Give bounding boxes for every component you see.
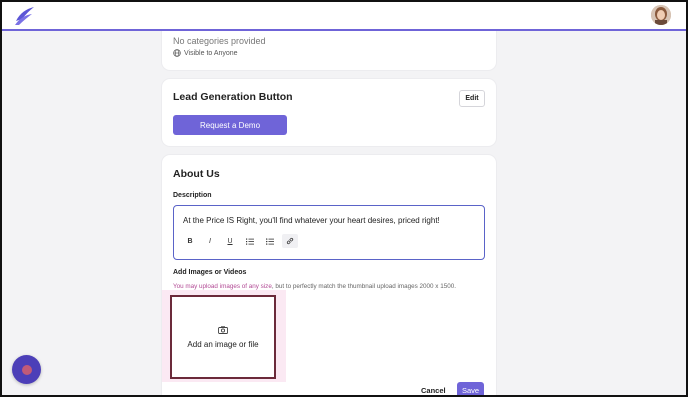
edit-button[interactable]: Edit [459, 90, 485, 107]
underline-icon: U [227, 237, 233, 245]
bullet-list-icon [266, 237, 274, 245]
chat-icon [21, 364, 32, 375]
no-categories-text: No categories provided [173, 36, 266, 46]
bold-icon: B [187, 237, 193, 245]
description-label: Description [173, 192, 212, 199]
camera-icon [218, 325, 228, 334]
editor-toolbar: B I U [182, 234, 298, 248]
upload-label: Add an image or file [187, 339, 259, 349]
link-icon [286, 237, 294, 245]
user-avatar[interactable] [651, 5, 671, 25]
italic-icon: I [209, 237, 211, 245]
visibility-text: Visible to Anyone [184, 49, 238, 57]
visibility-row: Visible to Anyone [173, 49, 238, 57]
underline-button[interactable]: U [222, 234, 238, 248]
save-button[interactable]: Save [457, 382, 484, 397]
globe-icon [173, 49, 181, 57]
lead-generation-title: Lead Generation Button [173, 91, 293, 103]
request-demo-button[interactable]: Request a Demo [173, 115, 287, 135]
bullet-list-button[interactable] [262, 234, 278, 248]
description-text[interactable]: At the Price IS Right, you'll find whate… [183, 216, 440, 225]
ordered-list-button[interactable] [242, 234, 258, 248]
upload-help-rest: , but to perfectly match the thumbnail u… [271, 283, 456, 290]
upload-help-text: You may upload images of any size, but t… [173, 283, 456, 290]
chat-launcher-button[interactable] [12, 355, 41, 384]
link-button[interactable] [282, 234, 298, 248]
images-label: Add Images or Videos [173, 269, 247, 276]
ordered-list-icon [246, 238, 254, 245]
description-editor[interactable]: At the Price IS Right, you'll find whate… [173, 205, 485, 260]
italic-button[interactable]: I [202, 234, 218, 248]
app-logo-icon[interactable] [13, 6, 35, 26]
top-navigation-bar [0, 0, 688, 31]
upload-help-link[interactable]: You may upload images of any size [173, 283, 272, 290]
about-us-title: About Us [173, 168, 220, 180]
bold-button[interactable]: B [182, 234, 198, 248]
upload-dropzone[interactable]: Add an image or file [170, 295, 276, 379]
cancel-button[interactable]: Cancel [421, 382, 446, 397]
user-avatar-icon [651, 5, 671, 25]
lead-generation-card: Lead Generation Button Edit Request a De… [162, 79, 496, 146]
